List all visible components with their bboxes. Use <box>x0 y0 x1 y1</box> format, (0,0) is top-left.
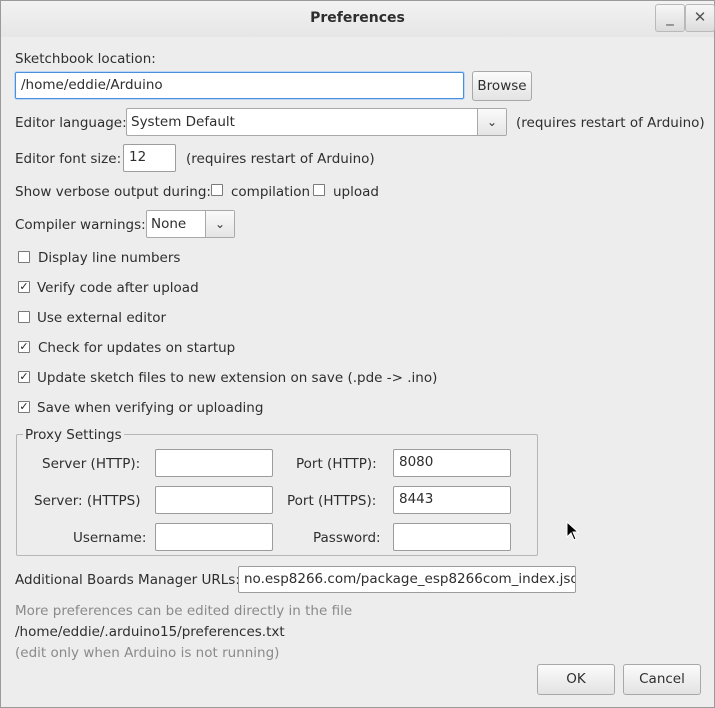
display-line-numbers-label: Display line numbers <box>38 250 181 266</box>
boards-manager-urls-label: Additional Boards Manager URLs: <box>15 572 240 588</box>
update-sketch-extension-checkbox[interactable]: ✓ <box>18 371 30 383</box>
port-https-label: Port (HTTPS): <box>287 493 377 509</box>
compiler-warnings-select[interactable]: None ⌄ <box>146 210 235 238</box>
port-http-label: Port (HTTP): <box>296 456 377 472</box>
verbose-output-label: Show verbose output during: <box>15 184 211 200</box>
editor-language-label: Editor language: <box>15 115 127 131</box>
server-https-label: Server: (HTTPS) <box>34 493 141 509</box>
dialog-title: Preferences <box>310 10 405 26</box>
verify-after-upload-label: Verify code after upload <box>37 280 199 296</box>
browse-button[interactable]: Browse <box>472 71 532 101</box>
edit-only-note: (edit only when Arduino is not running) <box>15 645 280 661</box>
server-https-input[interactable] <box>155 486 273 514</box>
server-http-input[interactable] <box>155 449 273 477</box>
editor-font-size-label: Editor font size: <box>15 151 122 167</box>
minimize-icon: _ <box>666 8 674 26</box>
update-sketch-extension-label: Update sketch files to new extension on … <box>37 370 438 386</box>
preferences-dialog: Preferences _ ✕ Sketchbook location: /ho… <box>0 0 715 708</box>
close-icon: ✕ <box>693 8 707 26</box>
title-bar: Preferences _ ✕ <box>1 1 715 37</box>
sketchbook-location-label: Sketchbook location: <box>15 51 156 67</box>
username-input[interactable] <box>155 523 273 551</box>
more-preferences-note: More preferences can be edited directly … <box>15 603 353 619</box>
minimize-button[interactable]: _ <box>655 4 685 32</box>
port-http-input[interactable]: 8080 <box>393 449 511 477</box>
display-line-numbers-checkbox[interactable] <box>18 251 30 263</box>
verbose-compilation-checkbox[interactable] <box>211 184 223 196</box>
chevron-down-icon: ⌄ <box>205 211 234 237</box>
verbose-upload-label: upload <box>333 184 379 200</box>
password-label: Password: <box>313 530 381 546</box>
password-input[interactable] <box>393 523 511 551</box>
check-updates-label: Check for updates on startup <box>38 340 236 356</box>
server-http-label: Server (HTTP): <box>42 456 141 472</box>
sketchbook-location-input[interactable]: /home/eddie/Arduino <box>15 72 464 99</box>
save-when-verifying-label: Save when verifying or uploading <box>37 400 264 416</box>
close-button[interactable]: ✕ <box>685 4 715 32</box>
verbose-compilation-label: compilation <box>231 184 311 200</box>
check-updates-checkbox[interactable]: ✓ <box>18 341 30 353</box>
use-external-editor-label: Use external editor <box>37 310 167 326</box>
editor-language-select[interactable]: System Default ⌄ <box>126 108 507 136</box>
editor-font-size-input[interactable]: 12 <box>123 144 176 172</box>
ok-button[interactable]: OK <box>537 664 615 695</box>
editor-font-size-note: (requires restart of Arduino) <box>186 151 375 167</box>
chevron-down-icon: ⌄ <box>477 109 506 135</box>
mouse-pointer-icon <box>566 521 580 541</box>
compiler-warnings-label: Compiler warnings: <box>15 217 146 233</box>
port-https-input[interactable]: 8443 <box>393 486 511 514</box>
preferences-file-path: /home/eddie/.arduino15/preferences.txt <box>15 624 285 640</box>
editor-language-value: System Default <box>131 114 235 130</box>
username-label: Username: <box>73 530 147 546</box>
use-external-editor-checkbox[interactable] <box>18 311 30 323</box>
save-when-verifying-checkbox[interactable]: ✓ <box>18 401 30 413</box>
boards-manager-urls-input[interactable]: no.esp8266.com/package_esp8266com_index.… <box>238 566 576 593</box>
verbose-upload-checkbox[interactable] <box>313 184 325 196</box>
editor-language-note: (requires restart of Arduino) <box>516 115 705 131</box>
cancel-button[interactable]: Cancel <box>623 664 701 695</box>
verify-after-upload-checkbox[interactable]: ✓ <box>18 281 30 293</box>
compiler-warnings-value: None <box>151 216 187 232</box>
proxy-settings-title: Proxy Settings <box>23 427 124 443</box>
